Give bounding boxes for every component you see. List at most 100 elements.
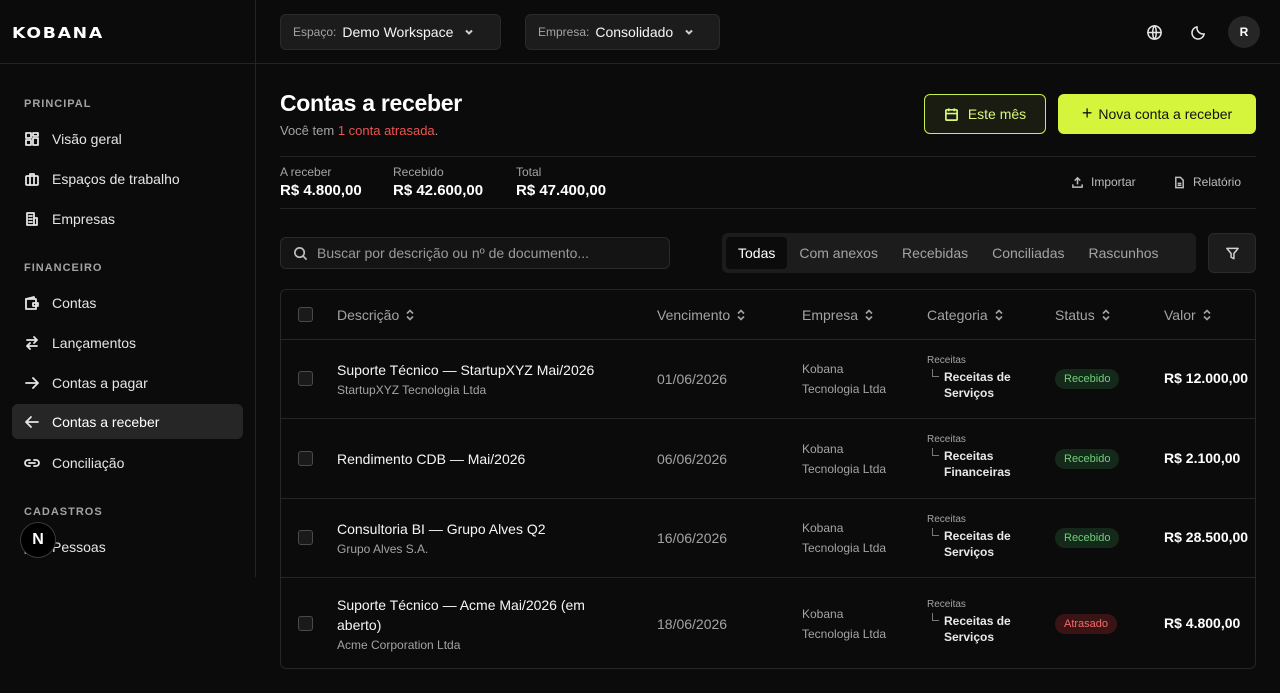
- sidebar-item-contas-pagar[interactable]: Contas a pagar: [12, 365, 243, 400]
- subtitle-prefix: Você tem: [280, 123, 338, 138]
- row-category-parent: Receitas: [927, 355, 966, 366]
- row-checkbox[interactable]: [298, 616, 313, 631]
- row-checkbox[interactable]: [298, 371, 313, 386]
- sidebar-item-contas-receber[interactable]: Contas a receber: [12, 404, 243, 439]
- row-due-date: 18/06/2026: [657, 616, 728, 632]
- row-divider: [281, 577, 1255, 578]
- sort-icon: [406, 308, 414, 321]
- briefcase-icon: [24, 171, 40, 187]
- import-label: Importar: [1091, 175, 1136, 189]
- sidebar-item-empresas[interactable]: Empresas: [12, 201, 243, 236]
- row-due-date: 01/06/2026: [657, 371, 728, 387]
- row-category: Receitas Receitas de Serviços: [927, 355, 1011, 401]
- divider: [280, 156, 1256, 157]
- row-title-line: aberto): [337, 617, 382, 633]
- sidebar-item-espacos[interactable]: Espaços de trabalho: [12, 161, 243, 196]
- filter-button[interactable]: [1208, 233, 1256, 273]
- sort-icon: [865, 308, 873, 321]
- page-subtitle: Você tem 1 conta atrasada.: [280, 123, 438, 138]
- space-selector[interactable]: Espaço: Demo Workspace: [280, 14, 501, 50]
- column-header-label: Empresa: [802, 306, 859, 323]
- row-title: Suporte Técnico — StartupXYZ Mai/2026: [337, 362, 595, 378]
- status-badge: Recebido: [1055, 449, 1120, 469]
- row-category-line: Financeiras: [944, 465, 1011, 479]
- sidebar-item-label: Espaços de trabalho: [52, 170, 180, 187]
- row-category-line: Serviços: [944, 630, 995, 644]
- report-button[interactable]: Relatório: [1173, 175, 1241, 189]
- sort-icon: [995, 308, 1003, 321]
- row-category-child: Receitas de Serviços: [932, 369, 1011, 401]
- row-title-line: Suporte Técnico — Acme Mai/2026 (em: [337, 597, 585, 613]
- link-icon: [24, 455, 40, 471]
- import-button[interactable]: Importar: [1071, 175, 1136, 189]
- row-description: Suporte Técnico — Acme Mai/2026 (em abert…: [337, 595, 637, 652]
- search-box: [280, 237, 670, 269]
- divider: [280, 208, 1256, 209]
- stat-label: Total: [516, 165, 542, 179]
- company-selector-value: Consolidado: [595, 24, 674, 40]
- tab-todas[interactable]: Todas: [726, 237, 788, 269]
- row-company-line: Kobana: [802, 521, 844, 535]
- tab-com-anexos[interactable]: Com anexos: [787, 237, 890, 269]
- column-header-descricao[interactable]: Descrição: [337, 290, 415, 339]
- stat-label: A receber: [280, 165, 332, 179]
- sidebar-item-lancamentos[interactable]: Lançamentos: [12, 325, 243, 360]
- row-checkbox[interactable]: [298, 451, 313, 466]
- sidebar-item-contas[interactable]: Contas: [12, 285, 243, 320]
- row-category-parent: Receitas: [927, 599, 966, 610]
- row-description: Suporte Técnico — StartupXYZ Mai/2026 St…: [337, 360, 637, 397]
- row-value: R$ 4.800,00: [1164, 615, 1241, 631]
- row-due-date: 16/06/2026: [657, 530, 728, 546]
- row-title: Consultoria BI — Grupo Alves Q2: [337, 521, 546, 537]
- row-company-line: Kobana: [802, 362, 844, 376]
- row-category-line: Receitas de: [944, 529, 1011, 543]
- tab-conciliadas[interactable]: Conciliadas: [980, 237, 1076, 269]
- row-company: Kobana Tecnologia Ltda: [802, 439, 886, 479]
- column-header-valor[interactable]: Valor: [1164, 290, 1212, 339]
- row-company-line: Kobana: [802, 607, 844, 621]
- column-header-label: Valor: [1164, 306, 1196, 323]
- column-header-status[interactable]: Status: [1055, 290, 1111, 339]
- sidebar-divider: [255, 0, 256, 577]
- sidebar-item-visao-geral[interactable]: Visão geral: [12, 121, 243, 156]
- theme-toggle-button[interactable]: [1182, 16, 1214, 48]
- row-category-line: Receitas: [944, 449, 994, 463]
- row-category-child: Receitas de Serviços: [932, 613, 1011, 645]
- language-button[interactable]: [1138, 16, 1170, 48]
- period-button[interactable]: Este mês: [924, 94, 1046, 134]
- row-divider: [281, 418, 1255, 419]
- nav-section-cadastros: CADASTROS: [24, 506, 103, 518]
- next-badge[interactable]: N: [20, 522, 56, 558]
- wallet-icon: [24, 295, 40, 311]
- stat-label: Recebido: [393, 165, 444, 179]
- arrow-right-icon: [24, 375, 40, 391]
- column-header-vencimento[interactable]: Vencimento: [657, 290, 746, 339]
- select-all-checkbox[interactable]: [298, 307, 313, 322]
- row-company: Kobana Tecnologia Ltda: [802, 604, 886, 644]
- column-header-categoria[interactable]: Categoria: [927, 290, 1004, 339]
- search-input[interactable]: [317, 245, 657, 261]
- row-category-line: Receitas de: [944, 370, 1011, 384]
- plus-icon: +: [1081, 102, 1093, 123]
- space-selector-value: Demo Workspace: [342, 24, 454, 40]
- row-category-parent: Receitas: [927, 514, 966, 525]
- upload-icon: [1072, 176, 1083, 188]
- topbar: Espaço: Demo Workspace Empresa: Consolid…: [256, 0, 1280, 64]
- row-value: R$ 28.500,00: [1164, 529, 1249, 545]
- new-receivable-button[interactable]: + Nova conta a receber: [1058, 94, 1256, 134]
- brand-header: KOBANA: [0, 0, 256, 64]
- kobana-logo[interactable]: KOBANA: [12, 24, 104, 42]
- row-checkbox[interactable]: [298, 530, 313, 545]
- globe-icon: [1146, 24, 1162, 40]
- late-count-link[interactable]: 1 conta atrasada: [338, 123, 435, 138]
- company-selector[interactable]: Empresa: Consolidado: [525, 14, 720, 50]
- user-avatar[interactable]: R: [1228, 16, 1260, 48]
- stat-value: R$ 4.800,00: [280, 182, 362, 199]
- moon-icon: [1190, 25, 1205, 40]
- sidebar-item-conciliacao[interactable]: Conciliação: [12, 445, 243, 480]
- chevron-down-icon: [685, 29, 693, 35]
- column-header-empresa[interactable]: Empresa: [802, 290, 874, 339]
- tab-recebidas[interactable]: Recebidas: [890, 237, 980, 269]
- tab-rascunhos[interactable]: Rascunhos: [1076, 237, 1170, 269]
- receivables-table: Descrição Vencimento Empresa Categoria S…: [280, 289, 1256, 669]
